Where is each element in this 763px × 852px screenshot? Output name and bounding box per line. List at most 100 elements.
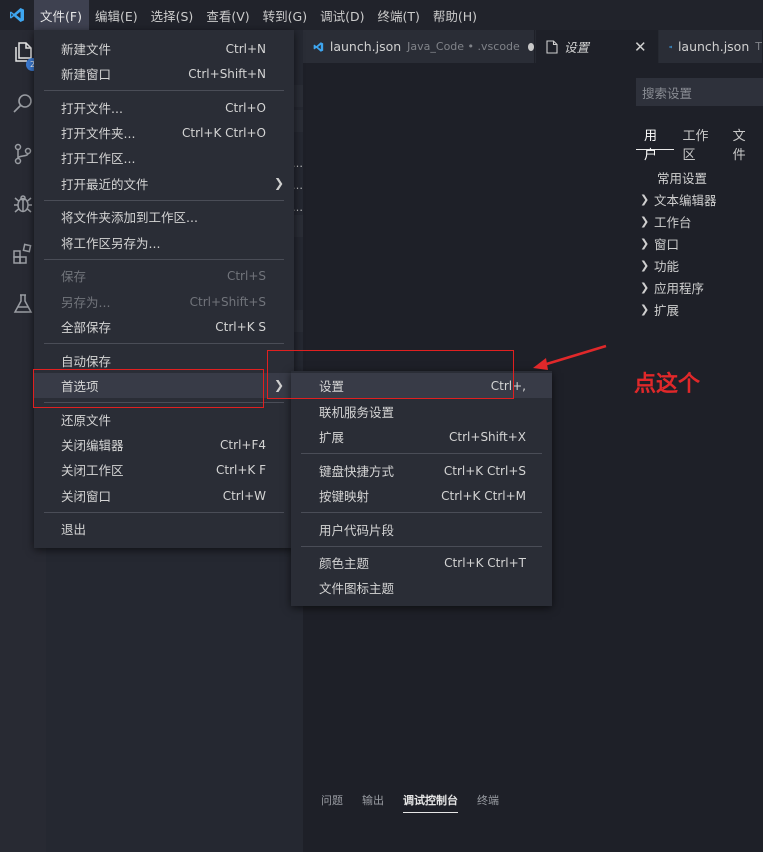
search-icon[interactable]: [9, 90, 37, 118]
debug-icon[interactable]: [9, 190, 37, 218]
menu-item-exit[interactable]: 退出: [34, 516, 294, 541]
menu-item-close-editor[interactable]: 关闭编辑器 Ctrl+F4: [34, 432, 294, 457]
menu-item-label: 全部保存: [61, 320, 112, 335]
chevron-right-icon: ❯: [640, 280, 650, 294]
tree-item-features[interactable]: ❯ 功能: [640, 254, 717, 276]
menu-item-keymaps[interactable]: 按键映射 Ctrl+K Ctrl+M: [291, 483, 552, 508]
menu-item-label: 扩展: [319, 430, 345, 445]
panel-tab-output[interactable]: 输出: [362, 792, 384, 813]
menu-item-shortcut: Ctrl+W: [222, 488, 266, 503]
panel-tab-terminal[interactable]: 终端: [477, 792, 499, 813]
menu-item-new-window[interactable]: 新建窗口 Ctrl+Shift+N: [34, 61, 294, 86]
settings-scope-tabs: 用户 工作区 文件: [636, 120, 763, 163]
panel-tab-problems[interactable]: 问题: [321, 792, 343, 813]
panel-tabs: 问题 输出 调试控制台 终端: [321, 792, 518, 813]
menu-help[interactable]: 帮助(H): [427, 0, 484, 30]
tree-item-workbench[interactable]: ❯ 工作台: [640, 210, 717, 232]
scope-tab-user[interactable]: 用户: [636, 120, 675, 163]
menu-item-open-folder[interactable]: 打开文件夹... Ctrl+K Ctrl+O: [34, 120, 294, 145]
menu-separator: [44, 259, 284, 260]
menu-item-label: 关闭窗口: [61, 489, 112, 504]
menu-item-label: 联机服务设置: [319, 405, 395, 420]
tab-launch-json[interactable]: launch.json T: [659, 30, 763, 63]
tree-item-text-editor[interactable]: ❯ 文本编辑器: [640, 188, 717, 210]
preferences-submenu: 设置 Ctrl+, 联机服务设置 扩展 Ctrl+Shift+X 键盘快捷方式 Ctr…: [291, 371, 552, 606]
menu-file[interactable]: 文件(F): [34, 0, 89, 30]
menu-terminal[interactable]: 终端(T): [371, 0, 426, 30]
test-flask-icon[interactable]: [9, 290, 37, 318]
menu-item-label: 打开文件...: [61, 101, 123, 116]
menu-item-file-icon-theme[interactable]: 文件图标主题: [291, 575, 552, 600]
tree-item-label: 工作台: [654, 214, 692, 230]
menu-item-label: 文件图标主题: [319, 581, 395, 596]
menu-item-label: 将文件夹添加到工作区...: [61, 210, 198, 225]
settings-tree: 常用设置 ❯ 文本编辑器 ❯ 工作台 ❯ 窗口 ❯ 功能 ❯ 应用程序 ❯ 扩展: [640, 166, 717, 320]
menu-item-label: 用户代码片段: [319, 523, 395, 538]
chevron-right-icon: ❯: [640, 258, 650, 272]
menu-separator: [301, 546, 542, 547]
menu-separator: [44, 343, 284, 344]
menu-item-save[interactable]: 保存 Ctrl+S: [34, 263, 294, 288]
menu-go[interactable]: 转到(G): [257, 0, 314, 30]
tab-description: Java_Code • .vscode: [407, 40, 520, 53]
menu-item-shortcut: Ctrl+K Ctrl+S: [443, 463, 526, 478]
close-tab-icon[interactable]: ✕: [634, 38, 647, 56]
menu-item-open-file[interactable]: 打开文件... Ctrl+O: [34, 95, 294, 120]
menu-item-online-services-settings[interactable]: 联机服务设置: [291, 399, 552, 424]
menu-item-label: 还原文件: [61, 413, 112, 428]
menu-item-revert-file[interactable]: 还原文件: [34, 407, 294, 432]
menu-item-label: 打开工作区...: [61, 151, 136, 166]
menu-view[interactable]: 查看(V): [200, 0, 256, 30]
unsaved-dot-icon[interactable]: [527, 42, 534, 51]
menu-item-shortcut: Ctrl+Shift+X: [449, 429, 526, 444]
panel-tab-debug-console[interactable]: 调试控制台: [403, 792, 458, 813]
vscode-file-icon: [669, 45, 672, 48]
menu-item-shortcut: Ctrl+Shift+N: [188, 66, 266, 81]
tree-item-application[interactable]: ❯ 应用程序: [640, 276, 717, 298]
chevron-right-icon: ❯: [640, 302, 650, 316]
extensions-icon[interactable]: [9, 240, 37, 268]
tree-item-extensions[interactable]: ❯ 扩展: [640, 298, 717, 320]
tree-item-label: 文本编辑器: [654, 192, 717, 208]
tree-item-common[interactable]: 常用设置: [640, 166, 717, 188]
menu-edit[interactable]: 编辑(E): [89, 0, 145, 30]
menu-item-label: 自动保存: [61, 354, 112, 369]
menu-item-open-workspace[interactable]: 打开工作区...: [34, 145, 294, 170]
menu-item-color-theme[interactable]: 颜色主题 Ctrl+K Ctrl+T: [291, 550, 552, 575]
chevron-right-icon: ❯: [273, 176, 284, 190]
menu-separator: [301, 453, 542, 454]
tab-launch-json-dirty[interactable]: launch.json Java_Code • .vscode: [303, 30, 535, 63]
chevron-right-icon: ❯: [640, 214, 650, 228]
tree-item-label: 应用程序: [654, 280, 705, 296]
menu-item-keyboard-shortcuts[interactable]: 键盘快捷方式 Ctrl+K Ctrl+S: [291, 458, 552, 483]
menu-item-new-file[interactable]: 新建文件 Ctrl+N: [34, 36, 294, 61]
menu-item-label: 打开最近的文件: [61, 177, 149, 192]
source-control-icon[interactable]: [9, 140, 37, 168]
scope-tab-workspace[interactable]: 工作区: [674, 120, 724, 163]
menu-item-close-workspace[interactable]: 关闭工作区 Ctrl+K F: [34, 457, 294, 482]
menu-item-add-folder-to-workspace[interactable]: 将文件夹添加到工作区...: [34, 204, 294, 229]
menu-item-shortcut: Ctrl+K Ctrl+T: [444, 555, 526, 570]
menu-item-shortcut: Ctrl+O: [225, 100, 266, 115]
tab-title: launch.json: [677, 39, 750, 54]
menu-item-label: 关闭工作区: [61, 463, 124, 478]
menu-item-label: 颜色主题: [319, 556, 370, 571]
menu-item-save-workspace-as[interactable]: 将工作区另存为...: [34, 230, 294, 255]
file-icon: [546, 39, 558, 54]
tab-settings[interactable]: 设置 ✕: [536, 30, 658, 63]
menu-selection[interactable]: 选择(S): [145, 0, 201, 30]
menu-item-extensions[interactable]: 扩展 Ctrl+Shift+X: [291, 424, 552, 449]
menu-separator: [301, 512, 542, 513]
file-menu: 新建文件 Ctrl+N 新建窗口 Ctrl+Shift+N 打开文件... Ctrl+…: [34, 30, 294, 548]
menu-item-open-recent[interactable]: 打开最近的文件 ❯: [34, 171, 294, 196]
menu-item-label: 关闭编辑器: [61, 438, 124, 453]
settings-search-input[interactable]: 搜索设置: [636, 78, 763, 106]
menu-debug[interactable]: 调试(D): [314, 0, 371, 30]
menu-item-close-window[interactable]: 关闭窗口 Ctrl+W: [34, 483, 294, 508]
scope-tab-folder[interactable]: 文件: [725, 120, 763, 163]
tab-title: 设置: [564, 40, 590, 55]
menu-item-save-all[interactable]: 全部保存 Ctrl+K S: [34, 314, 294, 339]
menu-item-user-snippets[interactable]: 用户代码片段: [291, 517, 552, 542]
tree-item-window[interactable]: ❯ 窗口: [640, 232, 717, 254]
menu-item-save-as[interactable]: 另存为... Ctrl+Shift+S: [34, 289, 294, 314]
